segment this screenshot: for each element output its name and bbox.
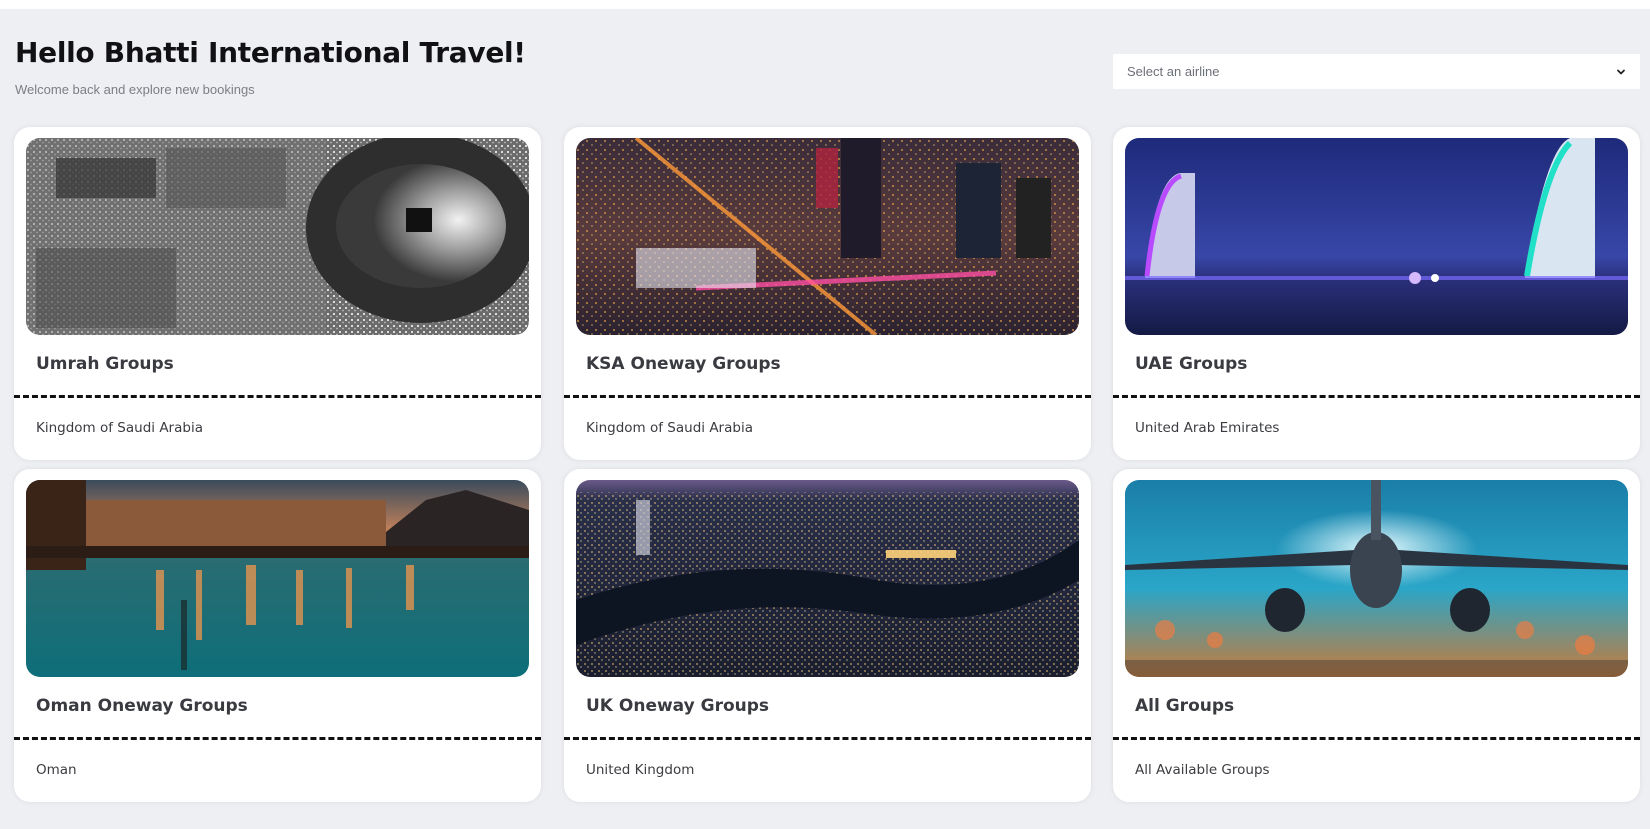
card-subtitle: Kingdom of Saudi Arabia: [586, 420, 753, 436]
card-ksa-oneway-groups[interactable]: KSA Oneway Groups Kingdom of Saudi Arabi…: [564, 127, 1091, 460]
airline-select[interactable]: Select an airline: [1113, 54, 1640, 89]
card-title: Umrah Groups: [36, 354, 174, 374]
card-image-muscat: [26, 480, 529, 677]
card-image-dubai: [1125, 138, 1628, 335]
card-title: UK Oneway Groups: [586, 696, 770, 716]
card-uae-groups[interactable]: UAE Groups United Arab Emirates: [1113, 127, 1640, 460]
chevron-down-icon: [1615, 66, 1627, 78]
card-image-london: [576, 480, 1079, 677]
page-subtitle: Welcome back and explore new bookings: [15, 82, 255, 97]
card-image-airplane: [1125, 480, 1628, 677]
page-header: Hello Bhatti International Travel! Welco…: [15, 36, 526, 97]
airline-select-placeholder: Select an airline: [1127, 64, 1220, 79]
card-title: All Groups: [1135, 696, 1235, 716]
card-umrah-groups[interactable]: Umrah Groups Kingdom of Saudi Arabia: [14, 127, 541, 460]
card-all-groups[interactable]: All Groups All Available Groups: [1113, 469, 1640, 802]
card-oman-oneway-groups[interactable]: Oman Oneway Groups Oman: [14, 469, 541, 802]
card-image-riyadh: [576, 138, 1079, 335]
card-uk-oneway-groups[interactable]: UK Oneway Groups United Kingdom: [564, 469, 1091, 802]
card-title: Oman Oneway Groups: [36, 696, 248, 716]
card-divider: [564, 737, 1091, 740]
card-subtitle: Oman: [36, 762, 77, 778]
card-image-makkah: [26, 138, 529, 335]
card-title: KSA Oneway Groups: [586, 354, 781, 374]
card-divider: [1113, 737, 1640, 740]
card-divider: [14, 737, 541, 740]
card-subtitle: Kingdom of Saudi Arabia: [36, 420, 203, 436]
card-title: UAE Groups: [1135, 354, 1248, 374]
card-subtitle: United Kingdom: [586, 762, 695, 778]
card-subtitle: All Available Groups: [1135, 762, 1270, 778]
card-divider: [1113, 395, 1640, 398]
top-bar: [0, 0, 1650, 9]
card-divider: [564, 395, 1091, 398]
page-title: Hello Bhatti International Travel!: [15, 36, 526, 69]
card-subtitle: United Arab Emirates: [1135, 420, 1280, 436]
card-divider: [14, 395, 541, 398]
